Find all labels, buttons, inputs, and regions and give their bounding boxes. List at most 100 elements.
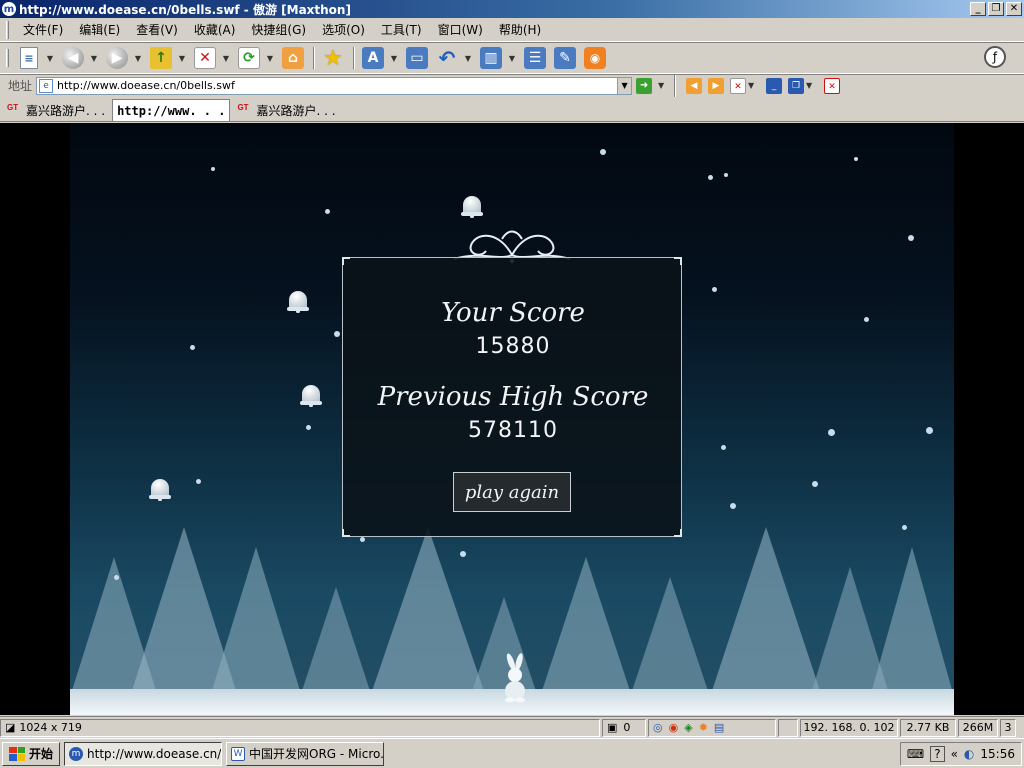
menu-grip[interactable]	[6, 20, 9, 39]
keyboard-icon[interactable]: ⌨	[907, 747, 924, 761]
snowflake	[360, 537, 365, 542]
menu-help[interactable]: 帮助(H)	[491, 20, 549, 40]
snowflake	[306, 425, 311, 430]
maxthon-menu-icon[interactable]: ƒ	[984, 46, 1006, 68]
tab-1[interactable]: GT 嘉兴路游户. . .	[2, 99, 110, 121]
network-icon[interactable]: ◐	[964, 747, 974, 761]
address-url[interactable]: http://www.doease.cn/0bells.swf	[57, 79, 235, 92]
menu-options[interactable]: 选项(O)	[314, 20, 373, 40]
refresh-button[interactable]: ⟳	[235, 45, 263, 71]
menu-favorites[interactable]: 收藏(A)	[186, 20, 244, 40]
plugin-icon[interactable]: ◉	[669, 721, 679, 734]
status-bar: ◪ 1024 x 719 ▣ 0 ◎ ◉ ◈ ✹ ▤ 192. 168. 0. …	[0, 716, 1024, 738]
snowflake	[114, 575, 119, 580]
taskbar-item-maxthon[interactable]: m http://www.doease.cn/0...	[64, 741, 223, 766]
bell[interactable]	[149, 477, 171, 501]
close-window-icon[interactable]: ✕	[824, 77, 841, 94]
undo-dropdown-icon[interactable]: ▼	[463, 54, 473, 63]
your-score-value: 15880	[475, 334, 551, 359]
address-dropdown-icon[interactable]: ▼	[617, 77, 632, 94]
translate-dropdown-icon[interactable]: ▼	[389, 54, 399, 63]
next-tab-icon[interactable]: ▶	[708, 77, 725, 94]
up-dropdown-icon[interactable]: ▼	[177, 54, 187, 63]
stop-dropdown-icon[interactable]: ▼	[221, 54, 231, 63]
plugin-icon[interactable]: ◈	[684, 721, 692, 734]
minimize-button[interactable]: _	[970, 2, 986, 16]
snowflake	[196, 479, 201, 484]
restore-button[interactable]: ❐	[988, 2, 1004, 16]
restore-tab-dropdown-icon[interactable]: ▼	[804, 81, 814, 90]
menu-tools[interactable]: 工具(T)	[373, 20, 430, 40]
undo-button[interactable]: ↶	[433, 45, 461, 71]
status-number: 3	[1000, 718, 1016, 737]
help-icon[interactable]: ?	[930, 746, 945, 762]
tab-2[interactable]: http://www. . .	[112, 99, 231, 121]
taskbar-item-label: 中国开发网ORG - Micro...	[249, 747, 385, 761]
up-button[interactable]: ↑	[147, 45, 175, 71]
snowflake	[854, 157, 858, 161]
favorites-button[interactable]: ★	[319, 45, 347, 71]
snowflake	[190, 345, 195, 350]
address-input[interactable]: e http://www.doease.cn/0bells.swf ▼	[36, 76, 633, 95]
close-button[interactable]: ✕	[1006, 2, 1022, 16]
menu-file[interactable]: 文件(F)	[15, 20, 71, 40]
bell[interactable]	[287, 289, 309, 313]
bell[interactable]	[300, 383, 322, 407]
snowflake	[902, 525, 907, 530]
prev-tab-icon[interactable]: ◀	[686, 77, 703, 94]
go-button[interactable]: ➜	[636, 77, 653, 94]
plugin-icon[interactable]: ▤	[714, 721, 724, 734]
tray-expand-icon[interactable]: «	[951, 747, 958, 761]
snowflake	[812, 481, 818, 487]
game-canvas[interactable]: Your Score 15880 Previous High Score 578…	[70, 123, 954, 715]
clock: 15:56	[980, 747, 1015, 761]
minimize-tab-icon[interactable]: _	[766, 77, 783, 94]
menu-view[interactable]: 查看(V)	[128, 20, 186, 40]
list-button[interactable]: ☰	[521, 45, 549, 71]
back-button[interactable]: ◀	[59, 45, 87, 71]
back-icon: ◀	[62, 47, 84, 69]
new-page-button[interactable]: ≡	[15, 45, 43, 71]
taskbar-item-word[interactable]: W 中国开发网ORG - Micro...	[226, 741, 385, 766]
new-page-dropdown-icon[interactable]: ▼	[45, 54, 55, 63]
back-dropdown-icon[interactable]: ▼	[89, 54, 99, 63]
start-button[interactable]: 开始	[2, 741, 61, 766]
menu-edit[interactable]: 编辑(E)	[71, 20, 128, 40]
go-dropdown-icon[interactable]: ▼	[656, 81, 666, 90]
dimensions-text: 1024 x 719	[19, 721, 82, 734]
snowflake	[211, 167, 215, 171]
page-size-icon: ◪	[5, 721, 16, 734]
tab-label: 嘉兴路游户. . .	[256, 103, 336, 118]
menu-window[interactable]: 窗口(W)	[430, 20, 491, 40]
tab-label: http://www. . .	[117, 103, 226, 118]
plugin-icon[interactable]: ◎	[653, 721, 663, 734]
play-again-button[interactable]: play again	[453, 472, 571, 512]
window-button[interactable]: ▭	[403, 45, 431, 71]
rss-button[interactable]: ◉	[581, 45, 609, 71]
status-popup-count[interactable]: ▣ 0	[602, 718, 646, 737]
status-size: 2.77 KB	[900, 718, 956, 737]
refresh-dropdown-icon[interactable]: ▼	[265, 54, 275, 63]
plugin-icon[interactable]: ✹	[699, 721, 708, 734]
tab-3[interactable]: GT 嘉兴路游户. . .	[232, 99, 340, 121]
menu-groups[interactable]: 快捷组(G)	[243, 20, 314, 40]
columns-button[interactable]: ▥	[477, 45, 505, 71]
restore-tab-icon[interactable]: ❐	[788, 77, 805, 94]
address-separator	[674, 74, 677, 97]
home-button[interactable]: ⌂	[279, 45, 307, 71]
close-tab-dropdown-icon[interactable]: ▼	[746, 81, 756, 90]
close-tab-icon[interactable]: ✕	[730, 77, 747, 94]
site-favicon-icon: GT	[7, 103, 19, 112]
toolbar-grip[interactable]	[6, 49, 9, 67]
forward-dropdown-icon[interactable]: ▼	[133, 54, 143, 63]
bell[interactable]	[461, 194, 483, 218]
snowflake	[926, 427, 933, 434]
columns-dropdown-icon[interactable]: ▼	[507, 54, 517, 63]
translate-button[interactable]: A	[359, 45, 387, 71]
snowflake	[334, 331, 340, 337]
tree	[630, 577, 710, 697]
note-button[interactable]: ✎	[551, 45, 579, 71]
forward-button[interactable]: ▶	[103, 45, 131, 71]
stop-button[interactable]: ✕	[191, 45, 219, 71]
title-bar[interactable]: m http://www.doease.cn/0bells.swf - 傲游 […	[0, 0, 1024, 18]
